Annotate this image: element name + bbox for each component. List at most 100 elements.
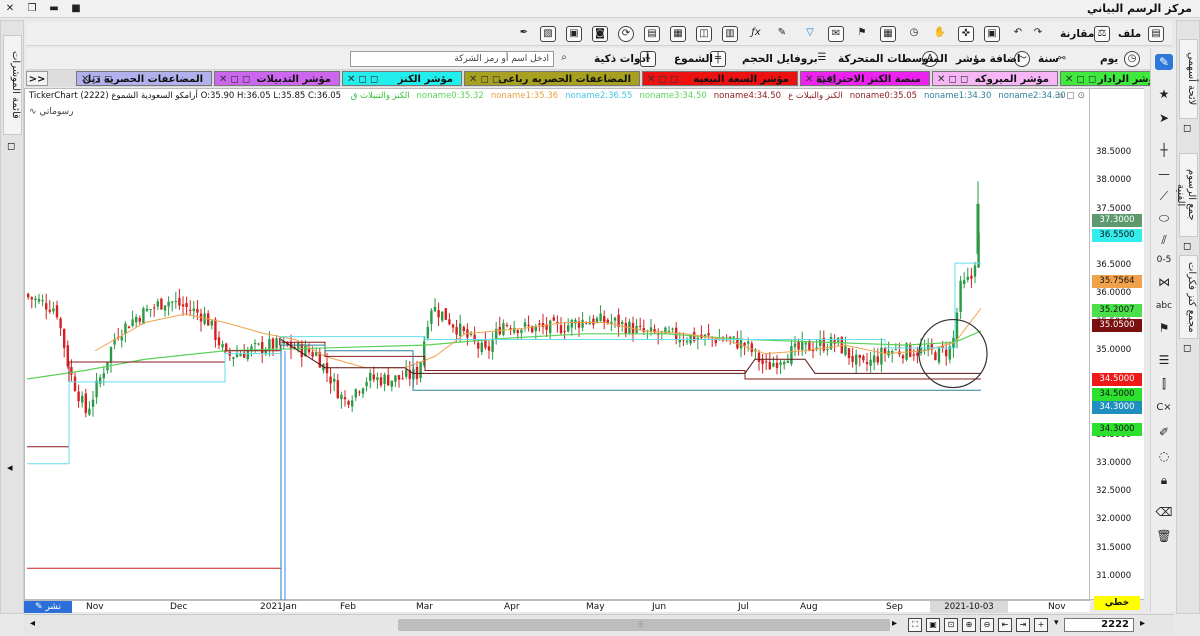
publish-button[interactable]: ✎ نشر <box>24 601 72 613</box>
pencil-tool-icon[interactable]: ✎ <box>1155 54 1173 70</box>
zoom-box-icon[interactable]: ▣ <box>926 618 940 632</box>
chart-panel[interactable]: TickerChart أرامكو السعودية الشموع (2222… <box>24 88 1091 601</box>
pin-icon[interactable]: ◻ <box>1183 123 1191 134</box>
crosshair-line-icon[interactable]: ┼ <box>1155 142 1173 158</box>
minimize-window-icon[interactable]: ▬ <box>46 2 62 15</box>
bars-icon[interactable]: ▥ <box>722 26 738 42</box>
alert-icon[interactable]: ⚑ <box>854 26 870 42</box>
next-icon[interactable]: ⇥ <box>1016 618 1030 632</box>
moving-averages-button[interactable]: المتوسطات المتحركة <box>838 50 948 68</box>
indicator-tab[interactable]: مؤشر السعة البيعية ✕ ◻ ◻ <box>642 71 798 86</box>
pattern-icon[interactable]: ⋈ <box>1155 274 1173 290</box>
tab-controls-icon[interactable]: ✕ ◻ ◻ <box>805 72 836 85</box>
volume-profile-button[interactable]: بروفايل الحجم <box>742 50 818 68</box>
dropdown-icon[interactable]: ▾ <box>1054 618 1059 628</box>
compare-button[interactable]: مقارنة <box>1060 25 1094 43</box>
measure-icon[interactable]: ⫿ <box>1155 376 1173 392</box>
indicator-tab[interactable]: منصة الكنز الاحترافيه ✕ ◻ ◻ <box>800 71 930 86</box>
horizontal-scrollbar[interactable]: ⦙⦙⦙ <box>398 619 890 631</box>
pin-icon[interactable]: ◻ <box>7 141 15 152</box>
indicator-tab[interactable]: مؤشر الكنز ✕ ◻ ◻ <box>342 71 462 86</box>
trend-line-icon[interactable]: ⟋ <box>1155 188 1173 204</box>
crosshair-icon[interactable]: ✜ <box>958 26 974 42</box>
zoom-in-icon[interactable]: ⊕ <box>962 618 976 632</box>
scroll-right-icon[interactable]: ▸ <box>892 618 897 629</box>
eraser-brush-icon[interactable]: ✐ <box>1155 424 1173 440</box>
tab-controls-icon[interactable]: ✕ ◻ ◻ <box>81 72 112 85</box>
text-tool-icon[interactable]: abc <box>1155 298 1173 314</box>
refresh-icon[interactable]: ⟳ <box>618 26 634 42</box>
mail-icon[interactable]: ✉ <box>828 26 844 42</box>
ellipse-icon[interactable]: ⬭ <box>1155 210 1173 226</box>
search-icon[interactable]: ⌕ <box>556 51 572 67</box>
indicator-tab[interactable]: مؤشر التدبيلات ✕ ◻ ◻ <box>214 71 340 86</box>
screenshot-icon[interactable]: ▣ <box>984 26 1000 42</box>
my-stocks-tab[interactable]: لائحة أسهمي <box>1179 39 1198 119</box>
tab-controls-icon[interactable]: ✕ ◻ ◻ <box>347 72 378 85</box>
camera-icon[interactable]: ◙ <box>592 26 608 42</box>
time-axis[interactable]: ✎ نشر 2021-10-03 Sunday Nov Dec 2021Jan Feb… <box>24 600 1090 624</box>
channel-icon[interactable]: ⫽ <box>1155 232 1173 248</box>
indicator-tab[interactable]: المضاعفات الحصريه ديل ✕ ◻ ◻ <box>76 71 212 86</box>
list-icon[interactable]: ▤ <box>644 26 660 42</box>
drawing-mode-label[interactable]: خطي <box>1094 596 1140 610</box>
tab-controls-icon[interactable]: ✕ ◻ ◻ <box>1065 72 1096 85</box>
add-indicator-button[interactable]: اضافة مؤشر <box>956 50 1021 68</box>
search-input[interactable]: ادخل اسم أو رمز الشركة <box>350 51 554 67</box>
record-icon[interactable]: ■ <box>68 2 84 15</box>
chart-icon[interactable]: ◫ <box>696 26 712 42</box>
smart-tools-button[interactable]: أدوات ذكية <box>594 50 649 68</box>
ideas-tab[interactable]: مجمع كنز فكرات <box>1179 255 1198 339</box>
eraser-icon[interactable]: ⌫ <box>1155 504 1173 520</box>
indicator-tab[interactable]: مؤشر الميروكه ✕ ◻ ◻ <box>932 71 1058 86</box>
indicator-tab[interactable]: المضاعفات الحصريه رباعى ✕ ◻ ◻ <box>464 71 640 86</box>
expand-icon[interactable]: ◂ <box>7 461 13 474</box>
pin-icon[interactable]: ◻ <box>1183 241 1191 252</box>
zoom-reset-icon[interactable]: ⊡ <box>944 618 958 632</box>
close-window-icon[interactable]: ✕ <box>2 2 18 15</box>
link-icon[interactable]: ⚯ <box>1058 50 1066 68</box>
zoom-out-icon[interactable]: ⊖ <box>980 618 994 632</box>
hand-icon[interactable]: ✋ <box>932 26 948 42</box>
candles-button[interactable]: الشموع <box>674 50 713 68</box>
clock-icon[interactable]: ◷ <box>1124 51 1140 67</box>
tab-controls-icon[interactable]: ✕ ◻ ◻ <box>937 72 968 85</box>
clock-icon[interactable]: ◷ <box>906 26 922 42</box>
cursor-icon[interactable]: ➤ <box>1155 110 1173 126</box>
horizontal-line-icon[interactable]: — <box>1155 166 1173 182</box>
flag-icon[interactable]: ⚑ <box>1155 320 1173 336</box>
scroll-left-icon[interactable]: ◂ <box>30 618 35 629</box>
period-year[interactable]: سنة <box>1038 50 1059 68</box>
function-icon[interactable]: ƒx <box>748 26 764 42</box>
restore-window-icon[interactable]: ❐ <box>24 2 40 15</box>
indicators-list-tab[interactable]: قائمة الموشرات <box>3 35 22 135</box>
redo-icon[interactable]: ↷ <box>1030 26 1046 42</box>
filter-icon[interactable]: ▽ <box>802 26 818 42</box>
zoom-fit-icon[interactable]: ⛶ <box>908 618 922 632</box>
tab-controls-icon[interactable]: ✕ ◻ ◻ <box>219 72 250 85</box>
star-icon[interactable]: ★ <box>1155 86 1173 102</box>
prev-icon[interactable]: ⇤ <box>998 618 1012 632</box>
undo-icon[interactable]: ↶ <box>1010 26 1026 42</box>
grid-icon[interactable]: ▦ <box>670 26 686 42</box>
technical-charts-tab[interactable]: جمع الرسوم الفنية <box>1175 153 1198 237</box>
tab-controls-icon[interactable]: ✕ ◻ ◻ <box>469 72 500 85</box>
template-icon[interactable]: ▣ <box>566 26 582 42</box>
pin-icon[interactable]: ◻ <box>1183 343 1191 354</box>
price-chart[interactable] <box>25 89 1091 601</box>
tabs-more-button[interactable]: >> <box>26 71 48 86</box>
file-icon[interactable]: ▤ <box>1148 26 1164 42</box>
file-menu[interactable]: ملف <box>1118 25 1141 43</box>
list-tool-icon[interactable]: ☰ <box>1155 352 1173 368</box>
pen-icon[interactable]: ✒ <box>516 26 532 42</box>
symbol-input[interactable]: 2222 <box>1064 618 1134 632</box>
tab-controls-icon[interactable]: ✕ ◻ ◻ <box>647 72 678 85</box>
scroll-right-end-icon[interactable]: ▸ <box>1140 618 1145 629</box>
brush-icon[interactable]: ✎ <box>774 26 790 42</box>
lock-icon[interactable]: 🔒︎ <box>1155 472 1173 488</box>
clear-icon[interactable]: C× <box>1155 400 1173 416</box>
trash-icon[interactable]: 🗑︎ <box>1155 528 1173 544</box>
hide-icon[interactable]: ◌ <box>1155 448 1173 464</box>
fibonacci-icon[interactable]: 0-5 <box>1155 252 1173 268</box>
price-axis[interactable]: 38.500038.000037.500037.000036.500036.00… <box>1090 88 1144 609</box>
